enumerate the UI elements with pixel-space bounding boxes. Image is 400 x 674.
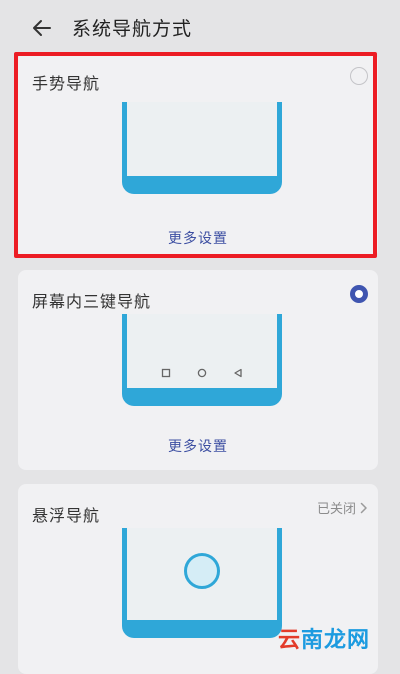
watermark-text-b: 南龙网 <box>300 628 370 653</box>
radio-unselected-icon[interactable] <box>350 67 368 85</box>
three-key-phone-illustration <box>122 314 282 406</box>
home-circle-icon <box>197 368 207 378</box>
radio-selected-icon[interactable] <box>350 285 368 303</box>
option-label: 悬浮导航 <box>32 506 101 525</box>
more-settings-link[interactable]: 更多设置 <box>18 228 378 248</box>
more-settings-link[interactable]: 更多设置 <box>18 436 378 456</box>
option-three-key-navigation[interactable]: 屏幕内三键导航 更多设置 <box>18 270 378 470</box>
floating-button-icon <box>184 553 220 589</box>
top-bar: 系统导航方式 <box>0 0 400 56</box>
floating-phone-illustration <box>122 528 282 638</box>
option-label: 手势导航 <box>32 74 101 93</box>
gesture-phone-illustration <box>122 102 282 194</box>
status-text: 已关闭 <box>316 502 356 517</box>
nav-keys <box>127 368 277 378</box>
option-gesture-navigation[interactable]: 手势导航 更多设置 <box>18 52 378 258</box>
watermark-logo: 云南龙网 <box>278 622 370 654</box>
option-label: 屏幕内三键导航 <box>32 292 152 311</box>
status-indicator[interactable]: 已关闭 <box>317 498 368 517</box>
chevron-right-icon <box>360 502 367 513</box>
page-title: 系统导航方式 <box>72 18 193 40</box>
back-triangle-icon <box>234 368 242 378</box>
watermark-text-a: 云 <box>277 628 301 653</box>
recent-apps-icon <box>161 368 171 378</box>
back-arrow-icon[interactable] <box>28 14 56 42</box>
